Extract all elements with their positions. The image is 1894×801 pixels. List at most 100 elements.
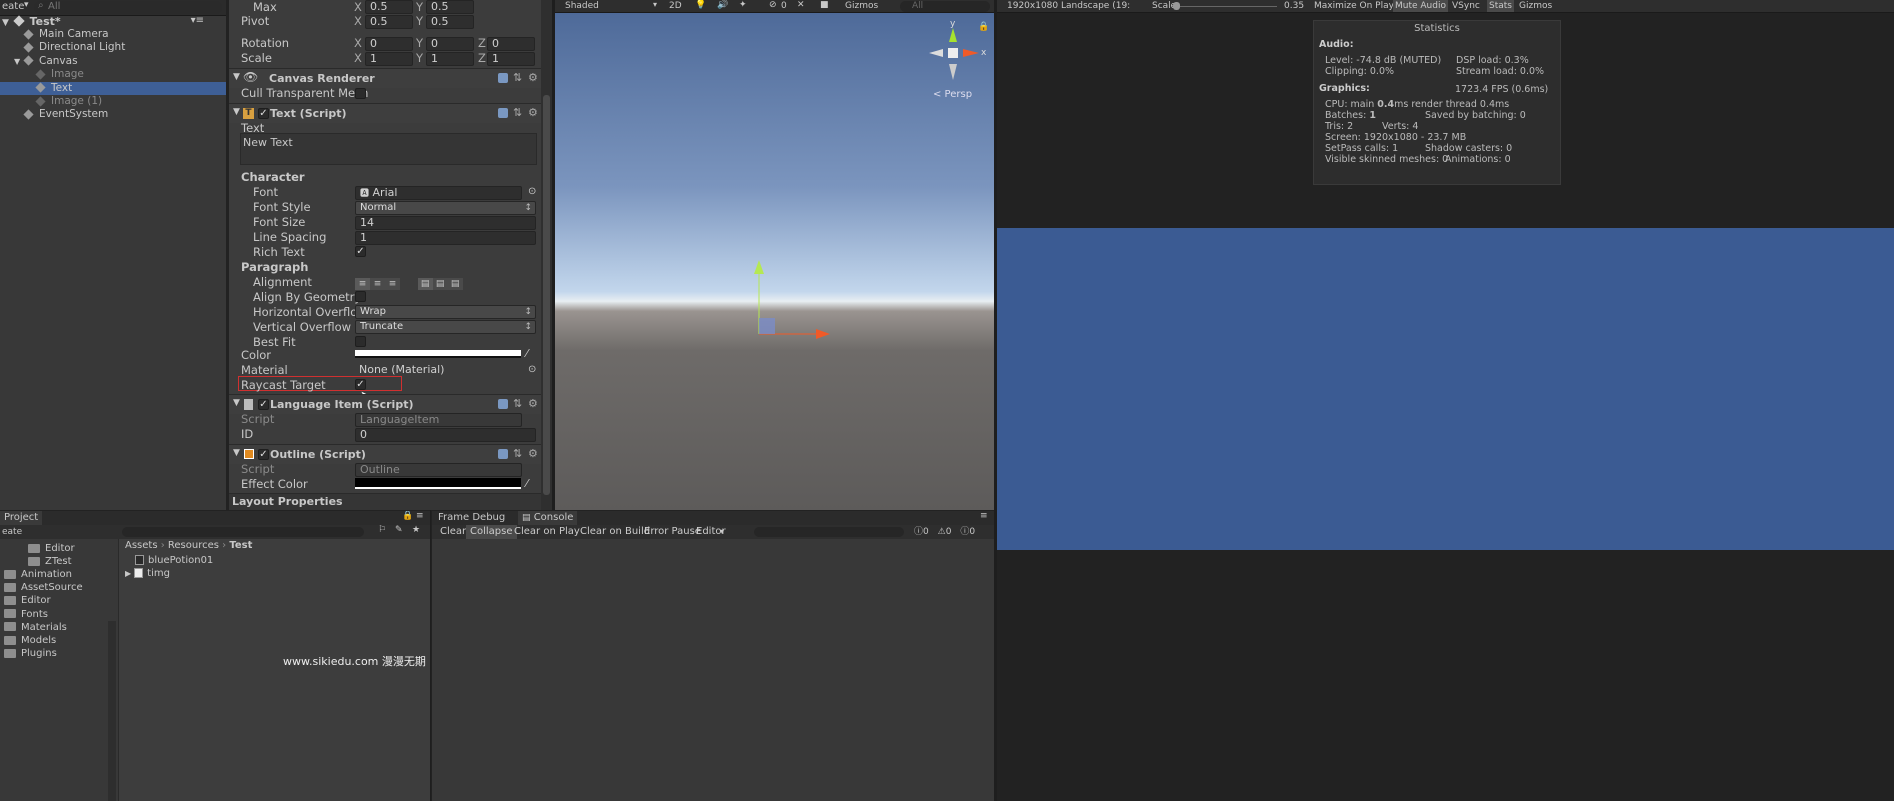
- folder-item[interactable]: Fonts: [4, 609, 48, 621]
- scale-z-field[interactable]: 1: [487, 52, 535, 66]
- project-tab[interactable]: Project: [0, 511, 43, 525]
- folder-item[interactable]: Animation: [4, 569, 72, 581]
- align-left-icon[interactable]: ≡: [355, 278, 370, 290]
- rotation-y-field[interactable]: 0: [426, 37, 474, 51]
- text-area[interactable]: New Text: [240, 133, 537, 165]
- hierarchy-create-button[interactable]: eate: [2, 1, 24, 12]
- help-book-icon[interactable]: [498, 108, 508, 118]
- hierarchy-item[interactable]: ▼ Canvas: [0, 55, 226, 68]
- mute-audio-toggle[interactable]: Mute Audio: [1393, 0, 1448, 12]
- canvas-renderer-header[interactable]: ▼ 👁 Canvas Renderer ⇅ ⚙: [229, 68, 552, 88]
- preset-icon[interactable]: ⇅: [513, 448, 523, 459]
- hidden-objects-icon[interactable]: ⊘: [769, 0, 777, 10]
- object-picker-icon[interactable]: ⊙: [528, 186, 536, 197]
- 2d-toggle[interactable]: 2D: [669, 0, 682, 12]
- hierarchy-item[interactable]: Image: [0, 68, 226, 81]
- foldout-arrow-icon[interactable]: ▼: [233, 107, 240, 117]
- vsync-toggle[interactable]: VSync: [1452, 0, 1480, 12]
- gear-icon[interactable]: ⚙: [528, 448, 538, 459]
- align-middle-icon[interactable]: ▤: [432, 278, 448, 290]
- font-style-dropdown[interactable]: Normal: [355, 201, 536, 215]
- rotation-x-field[interactable]: 0: [365, 37, 413, 51]
- max-x-field[interactable]: 0.5: [365, 0, 413, 14]
- text-script-header[interactable]: ▼ T ✓ Text (Script) ⇅ ⚙: [229, 103, 552, 123]
- resolution-dropdown[interactable]: 1920x1080 Landscape (19:: [1007, 0, 1130, 12]
- align-top-icon[interactable]: ▤: [417, 278, 433, 290]
- console-collapse-button[interactable]: Collapse: [466, 525, 517, 539]
- font-size-field[interactable]: 14: [355, 216, 536, 230]
- folder-item[interactable]: Models: [4, 635, 56, 647]
- foldout-arrow-icon[interactable]: ▼: [233, 398, 240, 408]
- console-clear-on-play-button[interactable]: Clear on Play: [510, 525, 584, 539]
- pivot-x-field[interactable]: 0.5: [365, 15, 413, 29]
- gizmos-dropdown[interactable]: Gizmos: [845, 0, 878, 12]
- folder-item[interactable]: AssetSource: [4, 582, 83, 594]
- expand-arrow-icon[interactable]: ▶: [125, 569, 131, 578]
- align-center-icon[interactable]: ≡: [370, 278, 385, 290]
- folder-item[interactable]: Materials: [4, 622, 67, 634]
- text-enabled-checkbox[interactable]: ✓: [258, 108, 269, 119]
- preset-icon[interactable]: ⇅: [513, 72, 523, 83]
- warning-icon[interactable]: ⚠: [938, 527, 946, 537]
- folder-item[interactable]: Editor: [4, 595, 51, 607]
- breadcrumb-item[interactable]: Assets: [125, 540, 158, 551]
- tools-icon[interactable]: ✕: [797, 0, 805, 10]
- pivot-y-field[interactable]: 0.5: [426, 15, 474, 29]
- eyedropper-icon[interactable]: ⁄: [526, 477, 528, 490]
- tab-menu-icon[interactable]: ≡: [416, 511, 424, 521]
- id-field[interactable]: 0: [355, 428, 536, 442]
- align-bottom-icon[interactable]: ▤: [447, 278, 463, 290]
- object-picker-icon[interactable]: ⊙: [528, 364, 536, 375]
- perspective-label[interactable]: < Persp: [933, 89, 972, 100]
- lighting-icon[interactable]: 💡: [695, 0, 706, 10]
- favorite-icon[interactable]: ★: [412, 525, 420, 535]
- hierarchy-item[interactable]: Text: [0, 81, 226, 95]
- outline-enabled-checkbox[interactable]: ✓: [258, 449, 269, 460]
- info-icon[interactable]: ⓘ: [914, 527, 923, 537]
- horizontal-overflow-dropdown[interactable]: Wrap: [355, 305, 536, 319]
- filter-label-icon[interactable]: ✎: [395, 525, 403, 535]
- foldout-arrow-icon[interactable]: ▼: [233, 72, 240, 82]
- asset-item[interactable]: ▶ timg: [125, 567, 213, 580]
- align-right-icon[interactable]: ≡: [385, 278, 400, 290]
- language-item-enabled-checkbox[interactable]: ✓: [258, 399, 269, 410]
- move-tool-handle[interactable]: [750, 258, 835, 343]
- gizmos-dropdown[interactable]: Gizmos: [1519, 0, 1552, 12]
- max-y-field[interactable]: 0.5: [426, 0, 474, 14]
- scene-menu-icon[interactable]: ▾≡: [191, 14, 204, 28]
- folder-item[interactable]: Plugins: [4, 648, 57, 660]
- vertical-overflow-dropdown[interactable]: Truncate: [355, 320, 536, 334]
- project-search-input[interactable]: [122, 527, 364, 537]
- shading-dropdown[interactable]: Shaded: [565, 0, 599, 12]
- cull-transparent-checkbox[interactable]: [355, 88, 366, 99]
- effects-icon[interactable]: ✦: [739, 0, 747, 10]
- expand-arrow-icon[interactable]: ▼: [14, 57, 20, 66]
- help-book-icon[interactable]: [498, 399, 508, 409]
- help-book-icon[interactable]: [498, 449, 508, 459]
- foldout-arrow-icon[interactable]: ▼: [233, 448, 240, 458]
- breadcrumb-item[interactable]: Test: [229, 540, 252, 551]
- game-render-area[interactable]: [997, 228, 1894, 550]
- layout-properties-bar[interactable]: Layout Properties: [229, 493, 552, 510]
- preset-icon[interactable]: ⇅: [513, 107, 523, 118]
- rotation-z-field[interactable]: 0: [487, 37, 535, 51]
- eyedropper-icon[interactable]: ⁄: [526, 347, 528, 360]
- project-tree-scrollbar[interactable]: [108, 621, 116, 801]
- gear-icon[interactable]: ⚙: [528, 72, 538, 83]
- lock-icon[interactable]: 🔒: [402, 511, 413, 521]
- console-tab[interactable]: ▤ Console: [518, 511, 578, 525]
- gear-icon[interactable]: ⚙: [528, 107, 538, 118]
- camera-icon[interactable]: ■: [820, 0, 829, 10]
- filter-type-icon[interactable]: ⚐: [378, 525, 386, 535]
- hierarchy-item[interactable]: EventSystem: [0, 108, 226, 121]
- folder-item[interactable]: Editor: [28, 543, 75, 555]
- audio-icon[interactable]: 🔊: [717, 0, 728, 10]
- console-search-input[interactable]: [754, 527, 904, 537]
- error-icon[interactable]: ⓘ: [960, 527, 969, 537]
- preset-icon[interactable]: ⇅: [513, 398, 523, 409]
- outline-header[interactable]: ▼ ✓ Outline (Script) ⇅ ⚙: [229, 444, 552, 464]
- font-field[interactable]: 🅰 Arial: [355, 186, 522, 200]
- scale-slider[interactable]: [1172, 6, 1277, 7]
- scale-y-field[interactable]: 1: [426, 52, 474, 66]
- help-book-icon[interactable]: [498, 73, 508, 83]
